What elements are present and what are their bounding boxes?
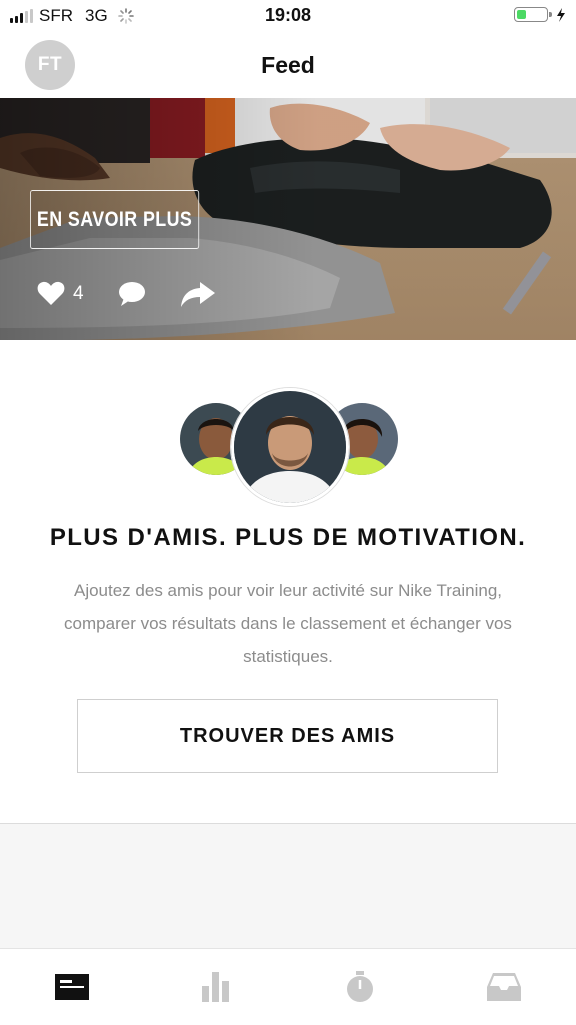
comment-icon[interactable] [118, 281, 146, 307]
friend-avatar-center [231, 388, 349, 506]
nav-bar: FT Feed [0, 32, 576, 98]
status-time: 19:08 [264, 5, 312, 25]
status-bar: SFR 3G 19:08 [0, 0, 576, 32]
tab-inbox[interactable] [432, 949, 576, 1025]
find-friends-button[interactable]: TROUVER DES AMIS [77, 699, 498, 773]
feed-empty-area [0, 824, 576, 948]
status-right [514, 7, 566, 22]
charging-bolt-icon [557, 7, 565, 22]
tab-feed[interactable] [0, 949, 144, 1025]
activity-chart-icon [202, 972, 229, 1002]
tab-activity[interactable] [144, 949, 288, 1025]
find-friends-card: PLUS D'AMIS. PLUS DE MOTIVATION. Ajoutez… [0, 340, 576, 824]
battery-icon [514, 7, 552, 22]
page-title: Feed [261, 52, 315, 78]
tab-workouts[interactable] [288, 949, 432, 1025]
find-friends-description: Ajoutez des amis pour voir leur activité… [64, 581, 512, 666]
feed-hero-card[interactable]: EN SAVOIR PLUS 4 [0, 98, 576, 340]
inbox-icon [487, 973, 521, 1001]
share-icon[interactable] [180, 280, 216, 308]
feed-icon [55, 974, 89, 1000]
like-count: 4 [73, 283, 84, 304]
tab-bar [0, 948, 576, 1025]
learn-more-button[interactable]: EN SAVOIR PLUS [30, 190, 200, 249]
stopwatch-icon [347, 971, 373, 1002]
like-heart-icon[interactable] [37, 280, 65, 306]
friend-avatars [178, 388, 400, 506]
find-friends-title: PLUS D'AMIS. PLUS DE MOTIVATION. [49, 524, 527, 551]
